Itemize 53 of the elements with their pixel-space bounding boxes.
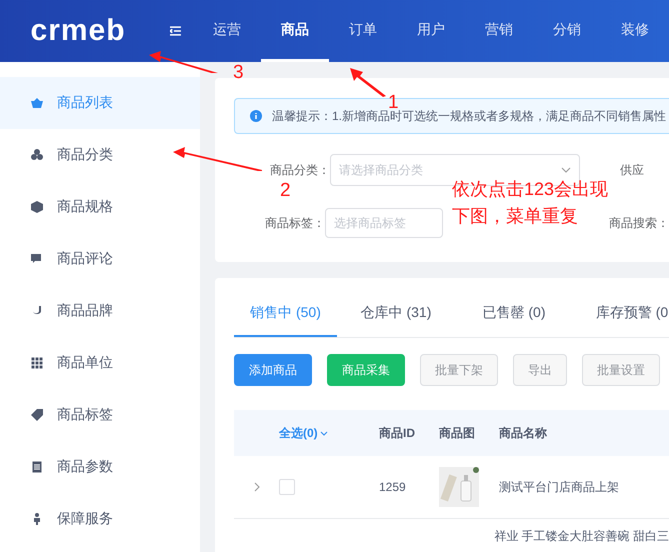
menu-icon[interactable] xyxy=(170,25,181,37)
table-cell: 测试平台门店商品上架 xyxy=(499,478,619,496)
select-all-dropdown[interactable]: 全选(0) xyxy=(279,424,379,442)
expand-icon[interactable] xyxy=(254,482,260,492)
nav-tab[interactable]: 分销 xyxy=(533,0,601,62)
chevron-down-icon xyxy=(320,430,328,436)
sidebar-item[interactable]: 商品单位 xyxy=(0,337,200,389)
chevron-down-icon xyxy=(561,167,571,173)
cluster-icon xyxy=(31,149,43,161)
tab[interactable]: 库存预警 (0 xyxy=(573,290,669,337)
checkbox[interactable] xyxy=(279,479,295,495)
nav-tab[interactable]: 用户 xyxy=(397,0,465,62)
nav-tab[interactable]: 装修 xyxy=(601,0,669,62)
sidebar-item[interactable]: 商品列表 xyxy=(0,77,200,129)
tag-icon xyxy=(31,409,43,421)
sidebar-item[interactable]: 保障服务 xyxy=(0,493,200,545)
info-icon xyxy=(250,110,262,122)
nav-tab[interactable]: 订单 xyxy=(329,0,397,62)
annotation-number: 3 xyxy=(233,62,244,84)
basket-icon xyxy=(31,97,43,109)
list-icon xyxy=(31,461,43,473)
logo: crmeb xyxy=(30,14,126,48)
sidebar-item[interactable]: 商品评论 xyxy=(0,233,200,285)
annotation-text: 下图，菜单重复 xyxy=(452,205,578,228)
field-label: 商品搜索： xyxy=(609,214,669,232)
alert-text: 温馨提示：1.新增商品时可选统一规格或者多规格，满足商品不同销售属性 xyxy=(272,108,666,124)
sidebar-item[interactable]: 商品规格 xyxy=(0,181,200,233)
nav-tab[interactable]: 营销 xyxy=(465,0,533,62)
sidebar-item[interactable]: 商品分类 xyxy=(0,129,200,181)
table-cell-text: 1259 xyxy=(379,480,407,494)
action-button[interactable]: 添加商品 xyxy=(234,354,312,386)
tab[interactable]: 已售罄 (0) xyxy=(455,290,573,337)
field-label: 供应 xyxy=(620,162,644,178)
column-header: 商品名称 xyxy=(499,424,547,442)
cube-icon xyxy=(31,201,43,213)
field-label: 商品标签： xyxy=(264,214,325,232)
annotation-arrow xyxy=(350,68,387,97)
field-label: 商品分类： xyxy=(269,162,330,178)
sidebar-item[interactable]: 商品品牌 xyxy=(0,285,200,337)
table-cell: 祥业 手工镂金大肚容善碗 甜白三 xyxy=(494,529,669,543)
annotation-number: 2 xyxy=(280,180,291,202)
annotation-arrow xyxy=(149,51,218,73)
person-icon xyxy=(31,513,43,525)
column-header: 商品ID xyxy=(379,424,416,442)
nav-tab[interactable]: 运营 xyxy=(193,0,261,62)
column-header: 商品图 xyxy=(439,424,476,442)
chat-icon xyxy=(31,253,43,265)
sidebar-item[interactable]: 商品参数 xyxy=(0,441,200,493)
tab[interactable]: 销售中 (50) xyxy=(234,290,337,337)
tab[interactable]: 仓库中 (31) xyxy=(337,290,455,337)
nav-tab[interactable]: 商品 xyxy=(261,0,329,62)
sidebar-item[interactable]: 商品标签 xyxy=(0,389,200,441)
grid-icon xyxy=(31,357,43,369)
